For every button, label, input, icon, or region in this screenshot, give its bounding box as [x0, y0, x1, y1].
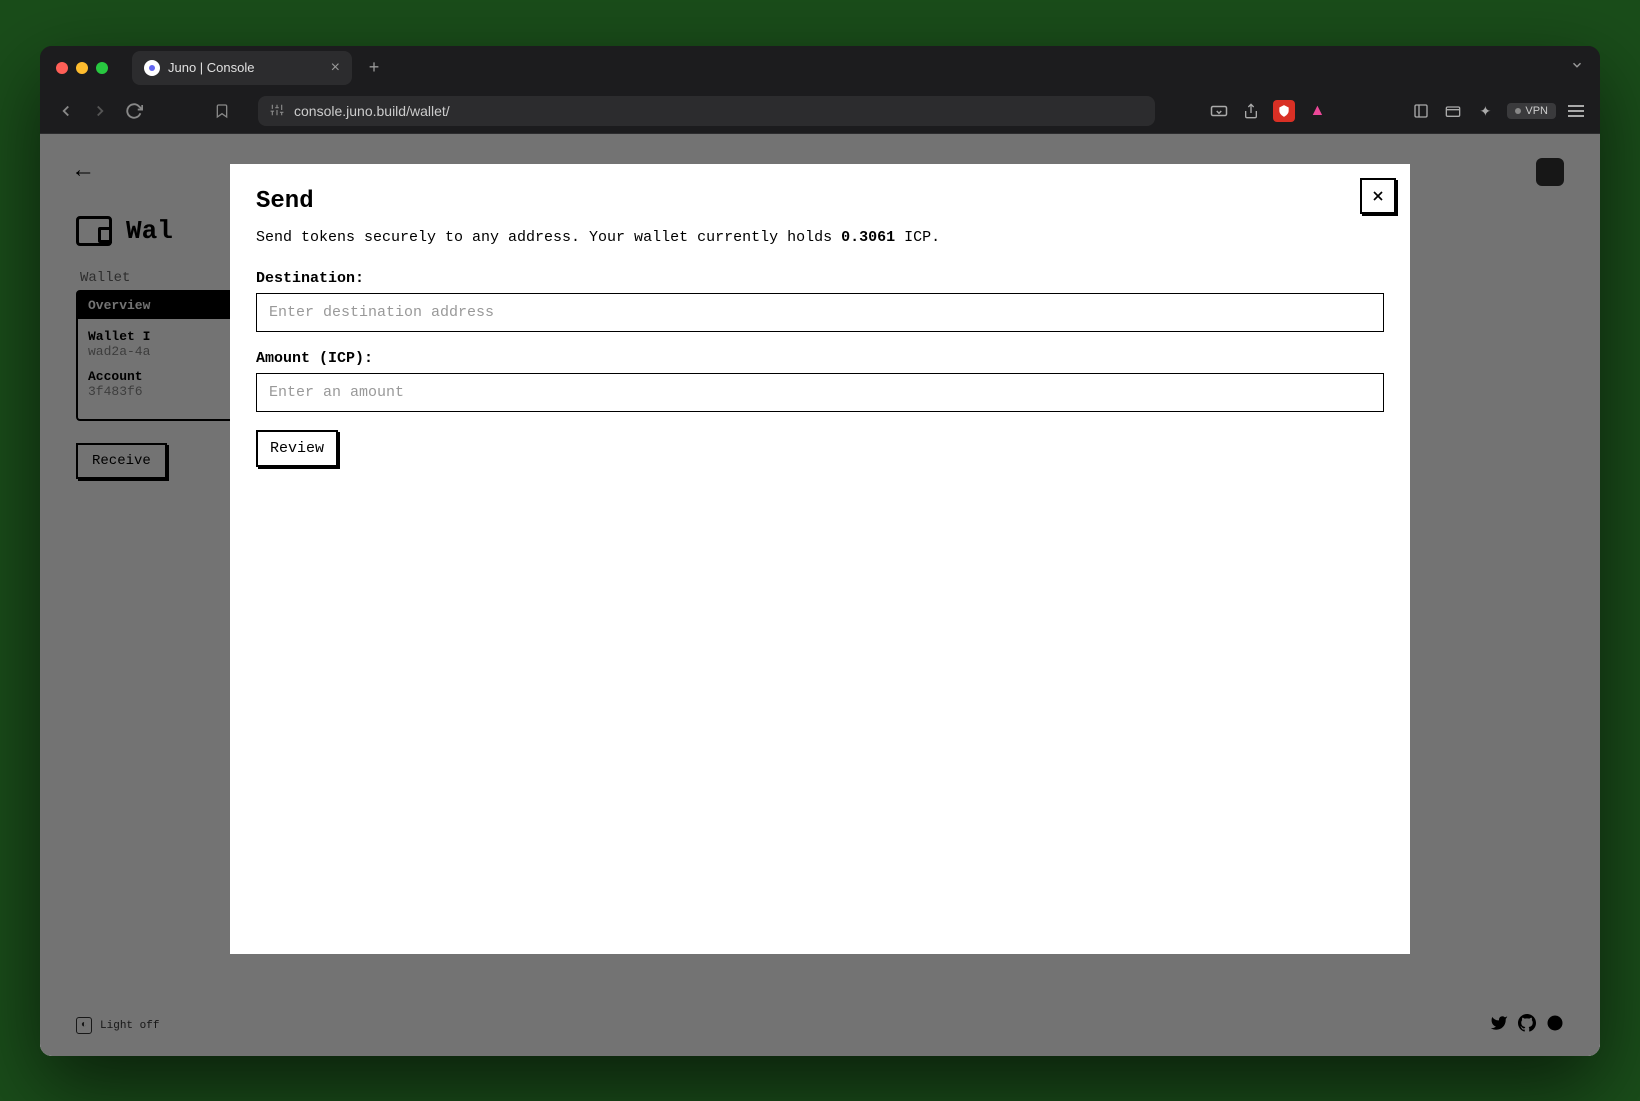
sidebar-icon[interactable]: [1411, 101, 1431, 121]
brave-shield-icon[interactable]: [1273, 100, 1295, 122]
modal-balance: 0.3061: [841, 229, 895, 246]
modal-description: Send tokens securely to any address. You…: [256, 229, 1384, 246]
url-input[interactable]: console.juno.build/wallet/: [258, 96, 1155, 126]
tab-overflow-icon[interactable]: [1570, 58, 1584, 77]
leo-icon[interactable]: ✦: [1475, 101, 1495, 121]
tab-title: Juno | Console: [168, 60, 255, 75]
vpn-badge[interactable]: VPN: [1507, 103, 1556, 119]
window-minimize-button[interactable]: [76, 62, 88, 74]
modal-close-button[interactable]: [1360, 178, 1396, 214]
address-bar: console.juno.build/wallet/ ▲ ✦ VPN: [40, 90, 1600, 134]
destination-input[interactable]: [256, 293, 1384, 332]
nav-reload-button[interactable]: [124, 101, 144, 121]
window-close-button[interactable]: [56, 62, 68, 74]
browser-window: Juno | Console × + console.juno.build/wa…: [40, 46, 1600, 1056]
modal-overlay[interactable]: Send Send tokens securely to any address…: [40, 134, 1600, 1056]
modal-desc-prefix: Send tokens securely to any address. You…: [256, 229, 841, 246]
rewards-icon[interactable]: ▲: [1307, 101, 1327, 121]
toolbar-icons: ▲ ✦ VPN: [1209, 100, 1584, 122]
nav-forward-button[interactable]: [90, 101, 110, 121]
browser-tab[interactable]: Juno | Console ×: [132, 51, 352, 85]
new-tab-button[interactable]: +: [360, 54, 388, 82]
vpn-label: VPN: [1525, 105, 1548, 117]
window-maximize-button[interactable]: [96, 62, 108, 74]
send-modal: Send Send tokens securely to any address…: [230, 164, 1410, 954]
tab-favicon-icon: [144, 60, 160, 76]
menu-icon[interactable]: [1568, 105, 1584, 117]
wallet-browser-icon[interactable]: [1443, 101, 1463, 121]
site-settings-icon[interactable]: [270, 103, 284, 120]
tab-bar: Juno | Console × +: [40, 46, 1600, 90]
traffic-lights: [56, 62, 108, 74]
tab-close-icon[interactable]: ×: [331, 59, 340, 77]
amount-label: Amount (ICP):: [256, 350, 1384, 367]
share-icon[interactable]: [1241, 101, 1261, 121]
modal-desc-suffix: ICP.: [895, 229, 940, 246]
review-button[interactable]: Review: [256, 430, 338, 467]
bookmark-icon[interactable]: [212, 101, 232, 121]
content-area: ← Wal Wallet Overview Wallet I wad2a-4a …: [40, 134, 1600, 1056]
modal-title: Send: [256, 188, 1384, 215]
amount-input[interactable]: [256, 373, 1384, 412]
url-text: console.juno.build/wallet/: [294, 103, 450, 119]
download-icon[interactable]: [1209, 101, 1229, 121]
nav-back-button[interactable]: [56, 101, 76, 121]
destination-label: Destination:: [256, 270, 1384, 287]
